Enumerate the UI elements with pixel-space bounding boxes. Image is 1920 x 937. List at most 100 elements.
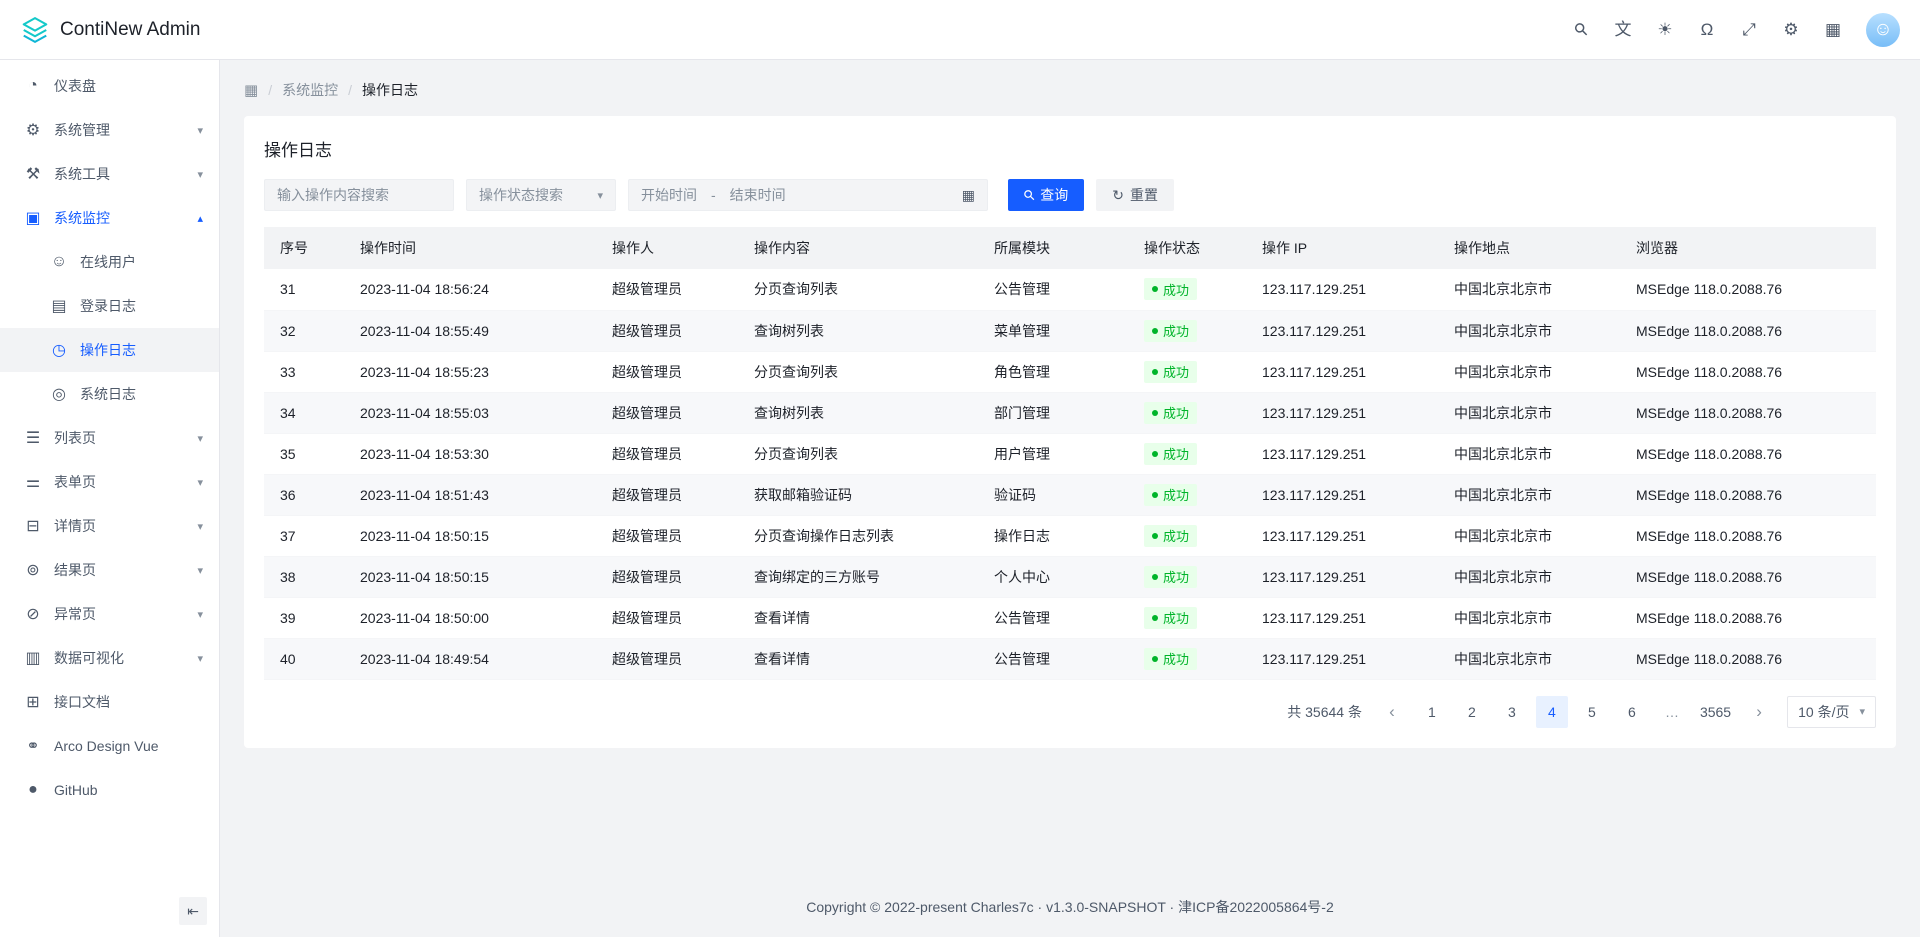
sidebar-item-label: 接口文档 bbox=[54, 692, 203, 712]
list-icon: ☰ bbox=[24, 428, 42, 448]
layout-button[interactable]: ▦ bbox=[1816, 13, 1850, 47]
fullscreen-button[interactable]: ⤢ bbox=[1732, 13, 1766, 47]
sidebar-item-arco-design-vue[interactable]: ⚭Arco Design Vue bbox=[0, 724, 219, 768]
translate-button[interactable]: 文 bbox=[1606, 13, 1640, 47]
operation-status-select[interactable]: 操作状态搜索 ▾ bbox=[466, 179, 616, 211]
login-log-icon: ▤ bbox=[50, 296, 68, 316]
pagination-page-5[interactable]: 5 bbox=[1576, 696, 1608, 728]
sidebar-item-list-page[interactable]: ☰列表页▾ bbox=[0, 416, 219, 460]
pagination-page-3[interactable]: 3 bbox=[1496, 696, 1528, 728]
cell-module: 用户管理 bbox=[978, 433, 1128, 474]
reset-button[interactable]: ↻ 重置 bbox=[1096, 179, 1174, 211]
cell-status: 成功 bbox=[1128, 392, 1246, 433]
search-button[interactable]: ⚲ bbox=[1564, 13, 1598, 47]
pagination-page-3565[interactable]: 3565 bbox=[1696, 696, 1735, 728]
cell-content: 查看详情 bbox=[738, 638, 978, 679]
sidebar-item-system-management[interactable]: ⚙系统管理▾ bbox=[0, 108, 219, 152]
table-row: 312023-11-04 18:56:24超级管理员分页查询列表公告管理成功12… bbox=[264, 269, 1876, 310]
cell-status: 成功 bbox=[1128, 556, 1246, 597]
top-header: ContiNew Admin ⚲ 文☀Ω⤢⚙▦ ☺ bbox=[0, 0, 1920, 60]
cell-module: 公告管理 bbox=[978, 638, 1128, 679]
pagination-page-4[interactable]: 4 bbox=[1536, 696, 1568, 728]
theme-toggle-button[interactable]: ☀ bbox=[1648, 13, 1682, 47]
breadcrumb-separator: / bbox=[268, 82, 272, 98]
cell-content: 查看详情 bbox=[738, 597, 978, 638]
apps-icon[interactable]: ▦ bbox=[244, 81, 258, 99]
settings-button[interactable]: ⚙ bbox=[1774, 13, 1808, 47]
calendar-icon: ▦ bbox=[962, 187, 975, 204]
sidebar-item-label: 结果页 bbox=[54, 560, 185, 580]
sidebar-item-system-log[interactable]: ◎系统日志 bbox=[0, 372, 219, 416]
sidebar-item-label: 操作日志 bbox=[80, 340, 203, 360]
user-avatar[interactable]: ☺ bbox=[1866, 13, 1900, 47]
operation-content-search-input[interactable] bbox=[264, 179, 454, 211]
cell-operator: 超级管理员 bbox=[596, 310, 738, 351]
table-row: 362023-11-04 18:51:43超级管理员获取邮箱验证码验证码成功12… bbox=[264, 474, 1876, 515]
cell-module: 公告管理 bbox=[978, 269, 1128, 310]
filter-bar: 操作状态搜索 ▾ 开始时间 - 结束时间 ▦ ⚲ 查询 ↻ 重置 bbox=[264, 179, 1876, 211]
notification-button[interactable]: Ω bbox=[1690, 13, 1724, 47]
cell-index: 35 bbox=[264, 433, 344, 474]
sidebar-item-operation-log[interactable]: ◷ 操作日志 bbox=[0, 328, 219, 372]
start-date-placeholder: 开始时间 bbox=[641, 185, 697, 205]
collapse-sidebar-button[interactable]: ⇤ bbox=[179, 897, 207, 925]
cell-browser: MSEdge 118.0.2088.76 bbox=[1620, 556, 1876, 597]
chevron-up-icon: ▴ bbox=[197, 212, 203, 225]
cell-browser: MSEdge 118.0.2088.76 bbox=[1620, 515, 1876, 556]
sidebar-item-label: Arco Design Vue bbox=[54, 738, 203, 754]
cell-index: 36 bbox=[264, 474, 344, 515]
sidebar-item-form-page[interactable]: ⚌表单页▾ bbox=[0, 460, 219, 504]
pagination-page-6[interactable]: 6 bbox=[1616, 696, 1648, 728]
pagination-prev-button[interactable]: ‹ bbox=[1376, 696, 1408, 728]
sidebar-item-login-log[interactable]: ▤登录日志 bbox=[0, 284, 219, 328]
sidebar-item-label: 详情页 bbox=[54, 516, 185, 536]
status-badge: 成功 bbox=[1144, 320, 1197, 342]
sidebar-item-label: 列表页 bbox=[54, 428, 185, 448]
status-badge: 成功 bbox=[1144, 402, 1197, 424]
cell-location: 中国北京北京市 bbox=[1438, 392, 1620, 433]
detail-icon: ⊟ bbox=[24, 516, 42, 536]
sidebar-item-data-visualization[interactable]: ▥数据可视化▾ bbox=[0, 636, 219, 680]
sidebar-item-api-doc[interactable]: ⊞接口文档 bbox=[0, 680, 219, 724]
pagination-page-1[interactable]: 1 bbox=[1416, 696, 1448, 728]
sidebar-item-result-page[interactable]: ⊚结果页▾ bbox=[0, 548, 219, 592]
sidebar-item-system-monitor[interactable]: ▣系统监控▴ bbox=[0, 196, 219, 240]
cell-index: 34 bbox=[264, 392, 344, 433]
sidebar-item-exception-page[interactable]: ⊘异常页▾ bbox=[0, 592, 219, 636]
column-header: 浏览器 bbox=[1620, 227, 1876, 269]
cell-time: 2023-11-04 18:51:43 bbox=[344, 474, 596, 515]
sidebar-item-detail-page[interactable]: ⊟详情页▾ bbox=[0, 504, 219, 548]
cell-operator: 超级管理员 bbox=[596, 597, 738, 638]
cell-index: 40 bbox=[264, 638, 344, 679]
sidebar-item-dashboard[interactable]: ◔仪表盘 bbox=[0, 64, 219, 108]
status-badge: 成功 bbox=[1144, 484, 1197, 506]
pagination-page-2[interactable]: 2 bbox=[1456, 696, 1488, 728]
sidebar-item-system-tools[interactable]: ⚒系统工具▾ bbox=[0, 152, 219, 196]
cell-location: 中国北京北京市 bbox=[1438, 351, 1620, 392]
operation-log-icon: ◷ bbox=[50, 340, 68, 360]
result-icon: ⊚ bbox=[24, 560, 42, 580]
pagination-next-button[interactable]: › bbox=[1743, 696, 1775, 728]
sidebar-item-online-user[interactable]: ☺在线用户 bbox=[0, 240, 219, 284]
visualization-icon: ▥ bbox=[24, 648, 42, 668]
page-size-select[interactable]: 10 条/页▾ bbox=[1787, 696, 1876, 728]
page-title: 操作日志 bbox=[264, 136, 1876, 161]
sidebar-item-github[interactable]: ●GitHub bbox=[0, 768, 219, 812]
search-icon: ⚲ bbox=[1571, 19, 1592, 40]
sidebar-item-label: 系统监控 bbox=[54, 208, 185, 228]
cell-browser: MSEdge 118.0.2088.76 bbox=[1620, 310, 1876, 351]
cell-time: 2023-11-04 18:55:23 bbox=[344, 351, 596, 392]
cell-time: 2023-11-04 18:55:03 bbox=[344, 392, 596, 433]
cell-time: 2023-11-04 18:50:00 bbox=[344, 597, 596, 638]
date-range-picker[interactable]: 开始时间 - 结束时间 ▦ bbox=[628, 179, 988, 211]
query-button[interactable]: ⚲ 查询 bbox=[1008, 179, 1084, 211]
cell-ip: 123.117.129.251 bbox=[1246, 515, 1438, 556]
cell-location: 中国北京北京市 bbox=[1438, 474, 1620, 515]
column-header: 操作 IP bbox=[1246, 227, 1438, 269]
cell-index: 32 bbox=[264, 310, 344, 351]
logo-area[interactable]: ContiNew Admin bbox=[20, 15, 200, 45]
breadcrumb-item[interactable]: 系统监控 bbox=[282, 80, 338, 100]
status-badge: 成功 bbox=[1144, 648, 1197, 670]
cell-operator: 超级管理员 bbox=[596, 474, 738, 515]
cell-time: 2023-11-04 18:50:15 bbox=[344, 556, 596, 597]
